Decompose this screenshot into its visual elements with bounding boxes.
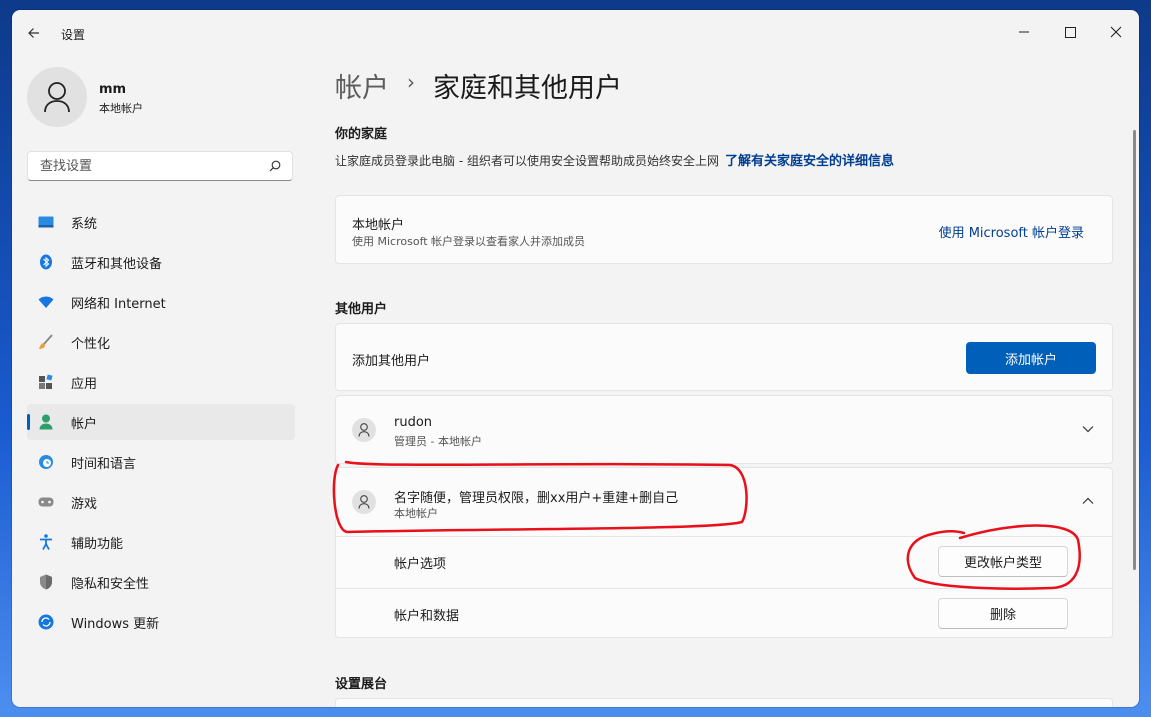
sidebar-item-time-language[interactable]: 时间和语言 bbox=[27, 444, 295, 480]
settings-window: 设置 mm 本地帐户 系统 蓝牙和其他设备 网络和 Internet bbox=[12, 10, 1139, 707]
sidebar-item-label: 时间和语言 bbox=[71, 456, 137, 472]
shield-icon bbox=[38, 574, 54, 590]
user-name: rudon bbox=[394, 415, 433, 430]
maximize-icon bbox=[1064, 26, 1076, 38]
scrollbar[interactable] bbox=[1133, 130, 1136, 570]
avatar[interactable] bbox=[27, 67, 87, 127]
chevron-down-icon[interactable] bbox=[1082, 422, 1094, 437]
sidebar-item-label: 系统 bbox=[71, 216, 98, 232]
sidebar-item-windows-update[interactable]: Windows 更新 bbox=[27, 604, 295, 640]
kiosk-card bbox=[335, 698, 1113, 707]
gamepad-icon bbox=[38, 494, 54, 510]
sidebar-item-bluetooth[interactable]: 蓝牙和其他设备 bbox=[27, 244, 295, 280]
apps-icon bbox=[38, 374, 54, 390]
sidebar-item-label: 网络和 Internet bbox=[71, 296, 166, 312]
account-options-label: 帐户选项 bbox=[394, 557, 447, 572]
user-role: 本地帐户 bbox=[394, 507, 438, 520]
user-card-rudon[interactable]: rudon 管理员 - 本地帐户 bbox=[335, 395, 1113, 464]
user-role: 管理员 - 本地帐户 bbox=[394, 435, 482, 448]
sidebar-item-personalization[interactable]: 个性化 bbox=[27, 324, 295, 360]
bluetooth-icon bbox=[38, 254, 54, 270]
clock-globe-icon bbox=[38, 454, 54, 470]
avatar bbox=[352, 418, 376, 442]
breadcrumb-chevron-icon: › bbox=[407, 70, 415, 94]
account-data-row: 帐户和数据 删除 bbox=[336, 588, 1112, 640]
sidebar-item-label: 辅助功能 bbox=[71, 536, 124, 552]
search-icon[interactable] bbox=[268, 159, 282, 173]
family-section-description: 让家庭成员登录此电脑 - 组织者可以使用安全设置帮助成员始终安全上网 了解有关家庭… bbox=[335, 150, 894, 169]
microsoft-signin-link[interactable]: 使用 Microsoft 帐户登录 bbox=[939, 222, 1084, 241]
local-account-card: 本地帐户 使用 Microsoft 帐户登录以查看家人并添加成员 使用 Micr… bbox=[335, 195, 1113, 264]
sidebar-item-accounts[interactable]: 帐户 bbox=[27, 404, 295, 440]
search-box[interactable] bbox=[27, 151, 293, 181]
update-icon bbox=[38, 614, 54, 630]
sidebar-item-label: 帐户 bbox=[71, 416, 98, 432]
user-account-type: 本地帐户 bbox=[99, 102, 143, 115]
sidebar-item-privacy[interactable]: 隐私和安全性 bbox=[27, 564, 295, 600]
sidebar-item-system[interactable]: 系统 bbox=[27, 204, 295, 240]
other-users-section-title: 其他用户 bbox=[335, 302, 388, 317]
sidebar-item-gaming[interactable]: 游戏 bbox=[27, 484, 295, 520]
breadcrumb-parent[interactable]: 帐户 bbox=[335, 73, 389, 104]
delete-button[interactable]: 删除 bbox=[938, 598, 1068, 629]
person-icon bbox=[358, 423, 370, 437]
change-account-type-button[interactable]: 更改帐户类型 bbox=[938, 546, 1068, 577]
family-description-text: 让家庭成员登录此电脑 - 组织者可以使用安全设置帮助成员始终安全上网 bbox=[335, 154, 719, 168]
close-button[interactable] bbox=[1093, 16, 1139, 48]
kiosk-section-title: 设置展台 bbox=[335, 677, 388, 692]
user-name: 名字随便，管理员权限，删xx用户+重建+删自己 bbox=[394, 491, 679, 506]
system-icon bbox=[38, 214, 54, 230]
sidebar-nav: 系统 蓝牙和其他设备 网络和 Internet 个性化 应用 帐户 时间和语言 bbox=[27, 204, 295, 644]
sidebar-item-label: 个性化 bbox=[71, 336, 111, 352]
add-other-user-label: 添加其他用户 bbox=[352, 354, 431, 369]
breadcrumb: 帐户 › 家庭和其他用户 bbox=[335, 66, 622, 105]
accessibility-icon bbox=[38, 534, 54, 550]
sidebar-item-network[interactable]: 网络和 Internet bbox=[27, 284, 295, 320]
add-account-button[interactable]: 添加帐户 bbox=[966, 342, 1096, 374]
account-options-row: 帐户选项 更改帐户类型 bbox=[336, 536, 1112, 589]
title-bar: 设置 bbox=[12, 10, 1139, 56]
minimize-button[interactable] bbox=[1001, 16, 1047, 48]
app-title: 设置 bbox=[61, 28, 86, 42]
sidebar-item-label: 隐私和安全性 bbox=[71, 576, 150, 592]
family-section-title: 你的家庭 bbox=[335, 127, 388, 142]
account-data-label: 帐户和数据 bbox=[394, 609, 460, 624]
local-account-title: 本地帐户 bbox=[352, 218, 405, 233]
person-icon bbox=[44, 82, 70, 113]
add-other-user-card: 添加其他用户 添加帐户 bbox=[335, 323, 1113, 391]
wifi-icon bbox=[38, 294, 54, 310]
user-name: mm bbox=[99, 82, 127, 97]
brush-icon bbox=[38, 334, 54, 350]
sidebar-item-label: 应用 bbox=[71, 376, 98, 392]
sidebar-item-label: 蓝牙和其他设备 bbox=[71, 256, 163, 272]
user-card-expanded: 名字随便，管理员权限，删xx用户+重建+删自己 本地帐户 帐户选项 更改帐户类型… bbox=[335, 467, 1113, 638]
avatar bbox=[352, 490, 376, 514]
local-account-subtitle: 使用 Microsoft 帐户登录以查看家人并添加成员 bbox=[352, 235, 586, 248]
account-icon bbox=[38, 414, 54, 430]
sidebar-item-label: Windows 更新 bbox=[71, 616, 160, 632]
family-safety-link[interactable]: 了解有关家庭安全的详细信息 bbox=[725, 154, 894, 169]
page-title: 家庭和其他用户 bbox=[433, 73, 622, 104]
chevron-up-icon[interactable] bbox=[1082, 494, 1094, 509]
sidebar-item-apps[interactable]: 应用 bbox=[27, 364, 295, 400]
sidebar-item-label: 游戏 bbox=[71, 496, 98, 512]
user-card-header[interactable]: 名字随便，管理员权限，删xx用户+重建+删自己 本地帐户 bbox=[336, 468, 1112, 537]
sidebar-item-accessibility[interactable]: 辅助功能 bbox=[27, 524, 295, 560]
back-arrow-icon[interactable] bbox=[26, 25, 42, 41]
maximize-button[interactable] bbox=[1047, 16, 1093, 48]
search-input[interactable] bbox=[38, 158, 262, 175]
person-icon bbox=[358, 495, 370, 509]
